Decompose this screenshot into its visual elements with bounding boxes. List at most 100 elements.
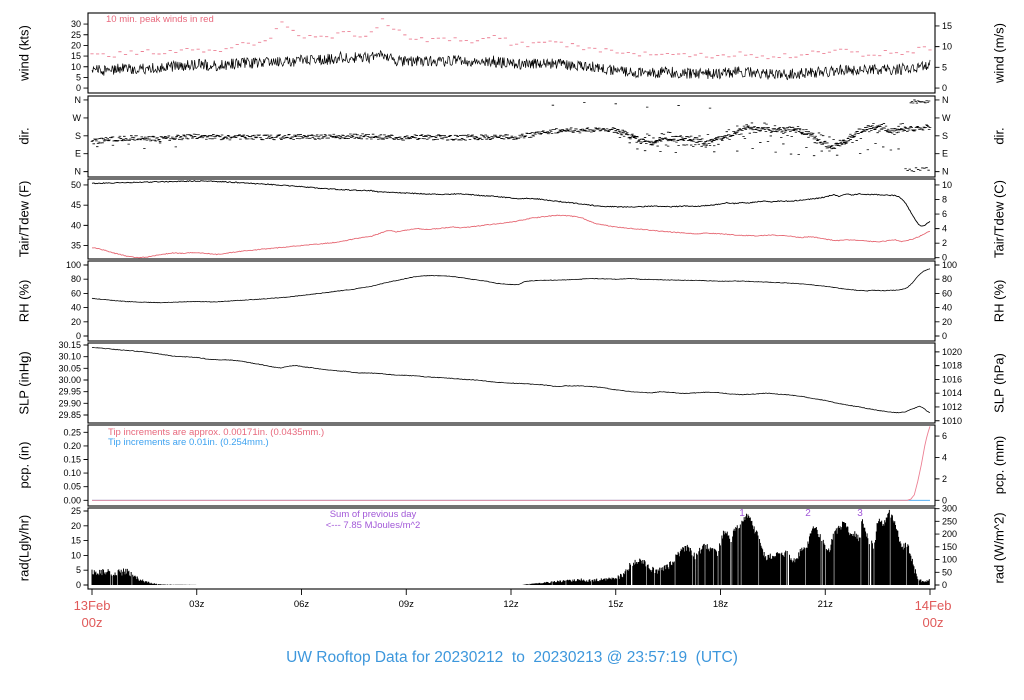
axis-title-rh-left: RH (%) bbox=[16, 279, 32, 323]
rad-peak-label-2: 2 bbox=[805, 508, 811, 519]
svg-text:N: N bbox=[942, 95, 949, 105]
svg-text:0: 0 bbox=[76, 580, 81, 590]
svg-text:10: 10 bbox=[942, 180, 952, 190]
series-dir-spread bbox=[614, 122, 907, 150]
svg-text:30.00: 30.00 bbox=[58, 375, 81, 385]
y-tick-marks bbox=[83, 264, 940, 337]
svg-text:29.95: 29.95 bbox=[58, 387, 81, 397]
svg-text:60: 60 bbox=[942, 288, 952, 298]
svg-text:0: 0 bbox=[942, 83, 947, 93]
svg-text:5: 5 bbox=[76, 565, 81, 575]
svg-text:E: E bbox=[75, 149, 81, 159]
svg-text:2: 2 bbox=[942, 474, 947, 484]
axis-title-slp-hpa: SLP (hPa) bbox=[991, 353, 1007, 413]
svg-text:21z: 21z bbox=[818, 599, 834, 610]
svg-text:W: W bbox=[942, 113, 951, 123]
svg-text:12z: 12z bbox=[503, 599, 519, 610]
y-tick-marks bbox=[83, 23, 940, 89]
axis-title-rad-wm2: rad (W/m^2) bbox=[991, 512, 1007, 584]
series-rad-bars bbox=[91, 509, 930, 585]
svg-text:1018: 1018 bbox=[942, 361, 962, 371]
svg-text:6: 6 bbox=[942, 431, 947, 441]
svg-text:0.10: 0.10 bbox=[63, 468, 81, 478]
axis-title-rh-right: RH (%) bbox=[991, 279, 1007, 323]
axis-title-slp-inhg: SLP (inHg) bbox=[16, 351, 32, 415]
svg-text:2: 2 bbox=[942, 238, 947, 248]
series-tair bbox=[91, 180, 931, 227]
svg-text:W: W bbox=[73, 113, 82, 123]
x-tick-marks bbox=[91, 589, 931, 595]
axis-title-wind-ms: wind (m/s) bbox=[991, 23, 1007, 83]
axis-title-rad-lgly: rad(Lgly/hr) bbox=[16, 514, 32, 582]
meteogram-page: 0 5 10 15 20 25 30 0 5 10 15 N W S E N N W S E N 35 40 45 50 0 2 4 6… bbox=[0, 0, 1024, 700]
axis-title-dir-left: dir. bbox=[16, 127, 32, 145]
svg-text:03z: 03z bbox=[189, 599, 205, 610]
y-tick-labels: 020406080100020406080100 bbox=[66, 260, 957, 341]
svg-text:30.10: 30.10 bbox=[58, 352, 81, 362]
y-tick-labels: 051015202530051015 bbox=[71, 19, 952, 93]
rad-sum-note-line1: Sum of previous day bbox=[329, 509, 417, 520]
axis-title-tair-c: Tair/Tdew (C) bbox=[991, 179, 1007, 259]
x-end-hour: 00z bbox=[922, 615, 944, 630]
page-title: UW Rooftop Data for 20230212 to 20230213… bbox=[286, 649, 738, 666]
svg-text:100: 100 bbox=[942, 555, 957, 565]
svg-text:0.15: 0.15 bbox=[63, 454, 81, 464]
svg-text:100: 100 bbox=[66, 260, 81, 270]
rad-peak-label-1: 1 bbox=[739, 508, 745, 519]
panel-wind-direction: NWSENNWSEN bbox=[73, 95, 951, 178]
series-dir-main bbox=[90, 124, 932, 149]
svg-text:20: 20 bbox=[71, 40, 81, 50]
svg-text:10: 10 bbox=[71, 550, 81, 560]
svg-text:S: S bbox=[942, 131, 948, 141]
svg-text:N: N bbox=[75, 167, 82, 177]
svg-text:N: N bbox=[942, 167, 949, 177]
svg-text:15: 15 bbox=[942, 21, 952, 31]
series-dir-outliers-low bbox=[628, 138, 900, 157]
svg-text:35: 35 bbox=[71, 241, 81, 251]
svg-text:10: 10 bbox=[71, 62, 81, 72]
svg-text:200: 200 bbox=[942, 529, 957, 539]
series-rh bbox=[91, 268, 931, 304]
svg-text:4: 4 bbox=[942, 224, 947, 234]
svg-text:5: 5 bbox=[942, 62, 947, 72]
axis-title-pcp-mm: pcp. (mm) bbox=[991, 435, 1007, 495]
svg-text:50: 50 bbox=[71, 180, 81, 190]
svg-text:50: 50 bbox=[942, 567, 952, 577]
series-dir-outliers-early bbox=[96, 142, 177, 149]
svg-text:8: 8 bbox=[942, 195, 947, 205]
axis-title-tair-f: Tair/Tdew (F) bbox=[16, 180, 32, 258]
svg-text:40: 40 bbox=[71, 303, 81, 313]
x-start-date: 13Feb bbox=[73, 598, 111, 613]
svg-text:150: 150 bbox=[942, 542, 957, 552]
svg-text:40: 40 bbox=[942, 303, 952, 313]
svg-text:25: 25 bbox=[71, 30, 81, 40]
svg-text:1010: 1010 bbox=[942, 416, 962, 426]
svg-text:30.05: 30.05 bbox=[58, 363, 81, 373]
svg-text:6: 6 bbox=[942, 209, 947, 219]
meteogram-svg: 051015202530051015NWSENNWSEN354045500246… bbox=[58, 12, 962, 610]
svg-text:0: 0 bbox=[942, 580, 947, 590]
axis-title-pcp-in: pcp. (in) bbox=[16, 441, 32, 489]
series-dir-end-north-bottom bbox=[904, 167, 930, 172]
svg-text:10: 10 bbox=[942, 42, 952, 52]
svg-text:0.05: 0.05 bbox=[63, 482, 81, 492]
svg-text:15z: 15z bbox=[608, 599, 624, 610]
series-dir-end-north-top bbox=[909, 99, 931, 104]
rad-sum-note-line2: <--- 7.85 MJoules/m^2 bbox=[325, 520, 421, 531]
svg-text:15: 15 bbox=[71, 536, 81, 546]
y-tick-labels: 354045500246810 bbox=[71, 180, 952, 263]
svg-text:40: 40 bbox=[71, 220, 81, 230]
svg-text:25: 25 bbox=[71, 506, 81, 516]
svg-text:100: 100 bbox=[942, 260, 957, 270]
panel-relative-humidity: 020406080100020406080100 bbox=[66, 260, 957, 342]
series-mean-wind bbox=[91, 49, 931, 81]
panel-temperature: 354045500246810 bbox=[71, 178, 952, 263]
svg-text:06z: 06z bbox=[294, 599, 310, 610]
svg-text:1012: 1012 bbox=[942, 402, 962, 412]
axis-title-wind-kts: wind (kts) bbox=[16, 25, 32, 81]
panel-wind-speed: 051015202530051015 bbox=[71, 12, 952, 94]
svg-text:0.25: 0.25 bbox=[63, 427, 81, 437]
svg-text:S: S bbox=[75, 131, 81, 141]
svg-text:80: 80 bbox=[71, 274, 81, 284]
tip-increment-note-blue: Tip increments are 0.01in. (0.254mm.) bbox=[108, 437, 269, 448]
